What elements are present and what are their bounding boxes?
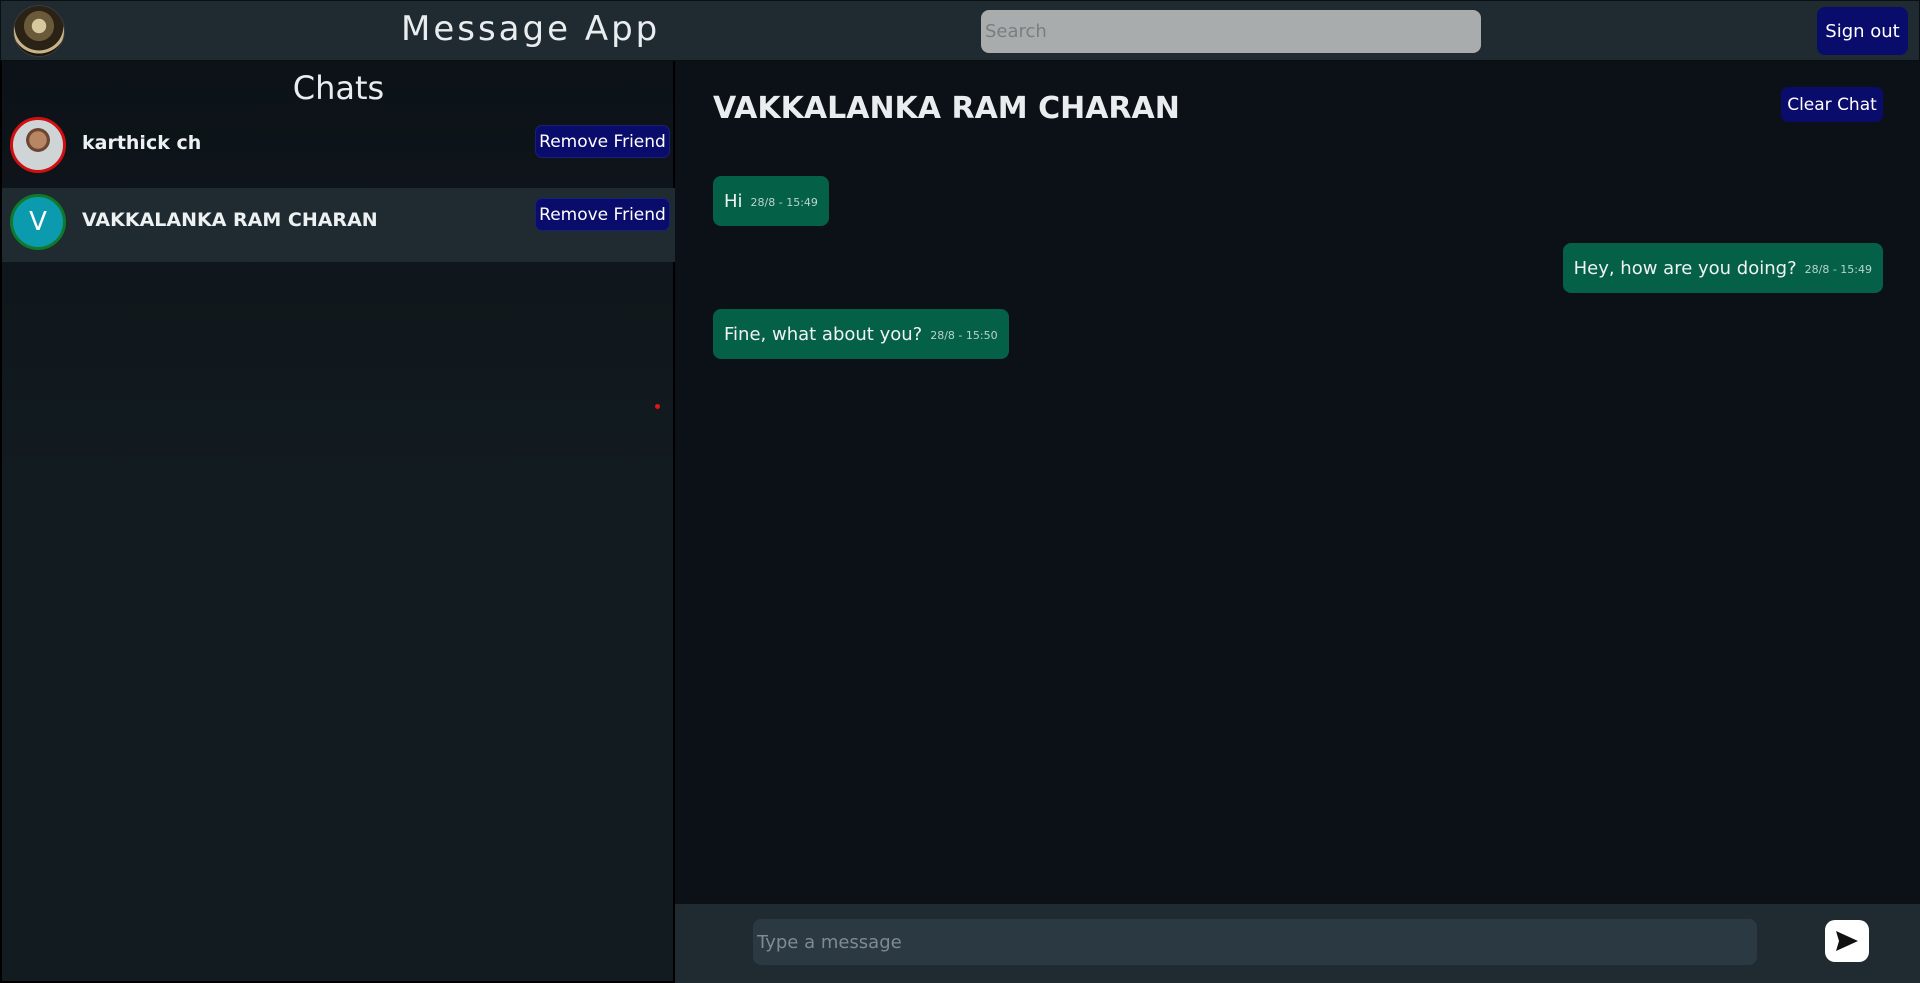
sign-out-button[interactable]: Sign out bbox=[1817, 7, 1908, 55]
clear-chat-button[interactable]: Clear Chat bbox=[1781, 87, 1883, 122]
remove-friend-button[interactable]: Remove Friend bbox=[535, 125, 670, 158]
message-bubble: Hi 28/8 - 15:49 bbox=[713, 176, 829, 226]
message-text: Hey, how are you doing? bbox=[1573, 257, 1797, 279]
message-time: 28/8 - 15:49 bbox=[1804, 263, 1872, 276]
message-bubble: Fine, what about you? 28/8 - 15:50 bbox=[713, 309, 1009, 359]
chat-name: karthick ch bbox=[82, 132, 202, 154]
message-input[interactable] bbox=[753, 919, 1757, 965]
app-logo[interactable] bbox=[13, 5, 65, 57]
chat-item-vakkalanka-ram-charan[interactable]: V VAKKALANKA RAM CHARAN Remove Friend bbox=[2, 188, 675, 262]
message-time: 28/8 - 15:50 bbox=[930, 329, 998, 342]
app-title: Message App bbox=[401, 9, 661, 49]
chat-list-sidebar: Chats karthick ch Remove Friend V VAKKAL… bbox=[0, 61, 675, 983]
message-text: Fine, what about you? bbox=[724, 323, 923, 345]
message-bubble: Hey, how are you doing? 28/8 - 15:49 bbox=[1562, 243, 1883, 293]
send-icon bbox=[1836, 931, 1858, 951]
search-input[interactable] bbox=[981, 10, 1481, 53]
chat-name: VAKKALANKA RAM CHARAN bbox=[82, 209, 378, 231]
message-composer bbox=[675, 904, 1920, 983]
chat-pane: VAKKALANKA RAM CHARAN Clear Chat Hi 28/8… bbox=[675, 61, 1920, 983]
top-bar: Message App Sign out bbox=[0, 0, 1920, 61]
avatar: V bbox=[10, 194, 66, 250]
chats-title: Chats bbox=[292, 69, 385, 107]
chat-title: VAKKALANKA RAM CHARAN bbox=[713, 91, 1180, 126]
avatar bbox=[10, 117, 66, 173]
status-dot bbox=[655, 404, 660, 409]
message-time: 28/8 - 15:49 bbox=[750, 196, 818, 209]
message-text: Hi bbox=[724, 190, 743, 212]
remove-friend-button[interactable]: Remove Friend bbox=[535, 198, 670, 231]
chat-item-karthick-ch[interactable]: karthick ch Remove Friend bbox=[2, 111, 675, 185]
send-button[interactable] bbox=[1825, 920, 1869, 962]
